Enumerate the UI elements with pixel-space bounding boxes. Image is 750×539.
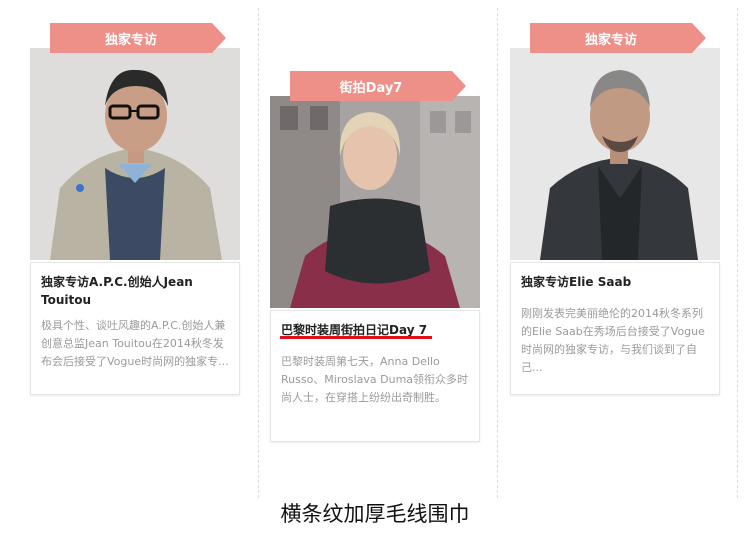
card-text-box: 巴黎时装周街拍日记Day 7 巴黎时装周第七天，Anna Dello Russo… [270,310,480,442]
category-tag[interactable]: 独家专访 [530,23,706,53]
title-highlight-underline [280,336,432,339]
column-divider [737,8,738,498]
bottom-caption: 横条纹加厚毛线围巾 [280,502,470,526]
card-photo-jean-touitou[interactable] [30,48,240,260]
card-description: 巴黎时装周第七天，Anna Dello Russo、Miroslava Duma… [281,355,469,404]
card-photo-street-style[interactable] [270,96,480,308]
card-text-box: 独家专访A.P.C.创始人Jean Touitou 极具个性、谈吐风趣的A.P.… [30,262,240,395]
card-description: 极具个性、谈吐风趣的A.P.C.创始人兼创意总监Jean Touitou在201… [41,319,229,368]
category-tag[interactable]: 独家专访 [50,23,226,53]
column-divider [258,8,259,498]
column-divider [497,8,498,498]
category-tag[interactable]: 街拍Day7 [290,71,466,101]
card-text-box: 独家专访Elie Saab 刚刚发表完美丽绝伦的2014秋冬系列的Elie Sa… [510,262,720,395]
card-photo-elie-saab[interactable] [510,48,720,260]
card-title[interactable]: 独家专访A.P.C.创始人Jean Touitou [41,273,229,309]
card-title[interactable]: 独家专访Elie Saab [521,273,709,291]
card-description: 刚刚发表完美丽绝伦的2014秋冬系列的Elie Saab在秀场后台接受了Vogu… [521,307,705,374]
